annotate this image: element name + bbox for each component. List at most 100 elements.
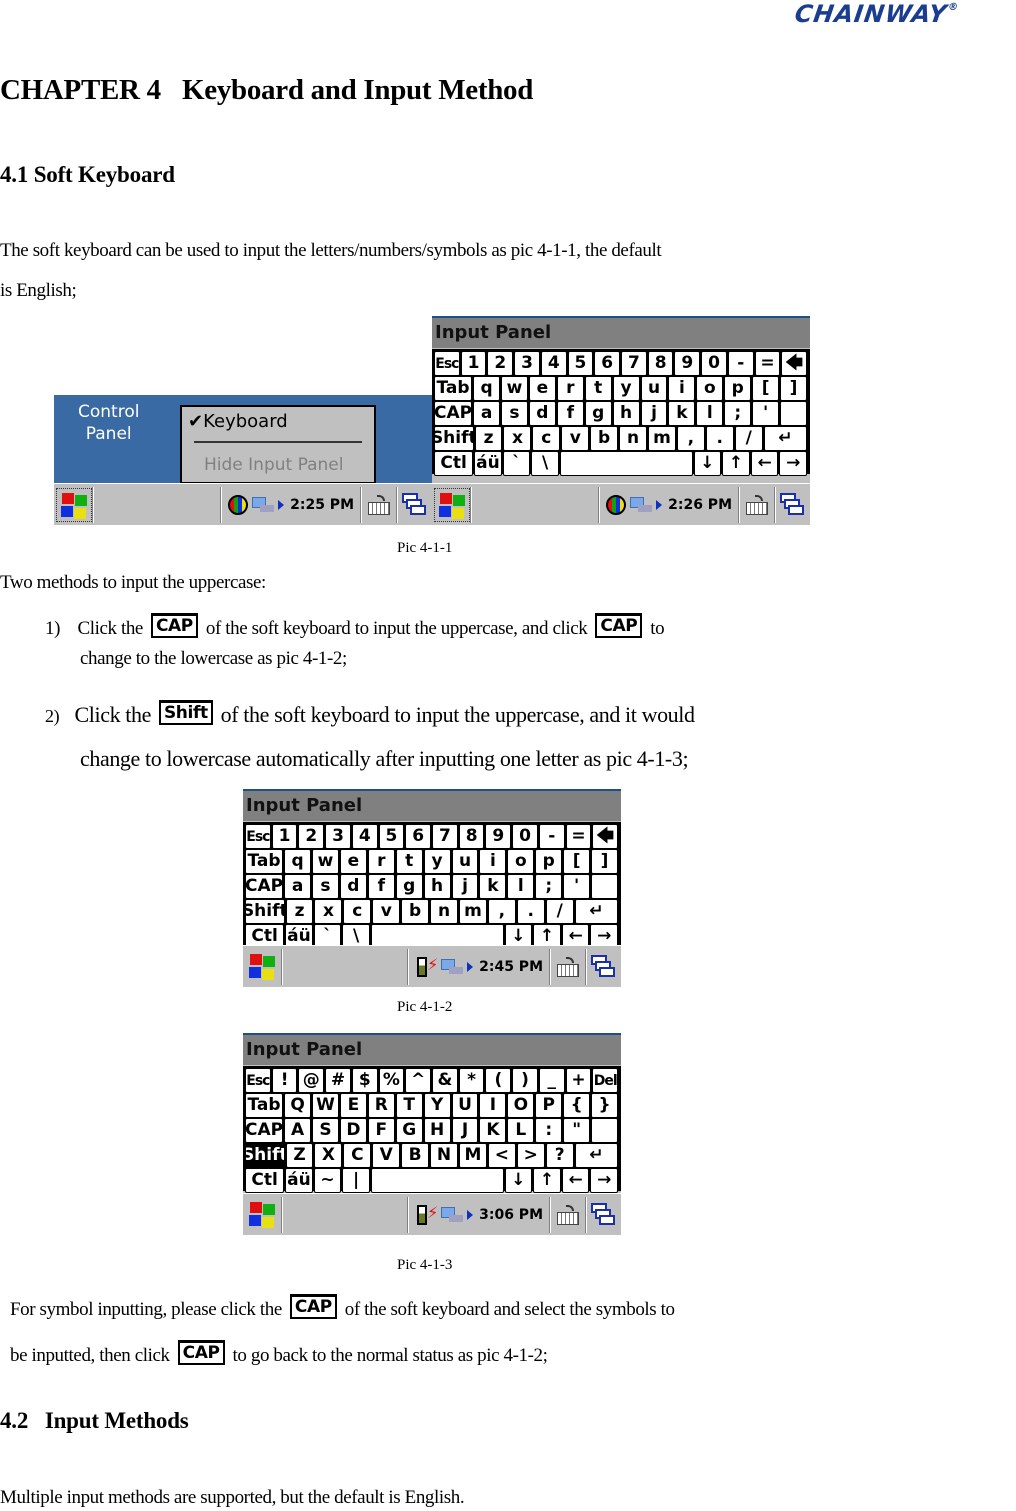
- key-2d[interactable]: -: [538, 824, 565, 849]
- key-blank[interactable]: [780, 401, 807, 426]
- key-z[interactable]: z: [474, 426, 503, 451]
- key-ctl[interactable]: Ctl: [434, 451, 474, 476]
- keyboard-icon[interactable]: [744, 493, 770, 517]
- key-q[interactable]: q: [473, 376, 501, 401]
- key-a[interactable]: A: [284, 1118, 312, 1143]
- key-k[interactable]: k: [479, 874, 507, 899]
- key-22[interactable]: ": [563, 1118, 591, 1143]
- key-3d[interactable]: =: [565, 824, 592, 849]
- key-e1fc[interactable]: áü: [285, 1168, 313, 1193]
- key-3b[interactable]: ;: [535, 874, 563, 899]
- key-r[interactable]: R: [367, 1093, 395, 1118]
- key-t[interactable]: t: [395, 849, 423, 874]
- tray-expand-arrow-icon[interactable]: [278, 499, 285, 510]
- key-cap[interactable]: CAP: [434, 401, 473, 426]
- control-panel-icon-label[interactable]: Control Panel: [78, 401, 139, 445]
- key-tab[interactable]: Tab: [245, 1093, 284, 1118]
- key-24[interactable]: $: [351, 1068, 378, 1093]
- connection-icon[interactable]: [441, 1206, 464, 1223]
- key-21b5[interactable]: ↵: [574, 899, 619, 924]
- key-7d[interactable]: }: [591, 1093, 618, 1118]
- key-21b5[interactable]: ↵: [763, 426, 808, 451]
- key-1[interactable]: 1: [460, 351, 487, 376]
- key-j[interactable]: J: [451, 1118, 479, 1143]
- key-s[interactable]: S: [312, 1118, 339, 1143]
- key-cap[interactable]: CAP: [245, 1118, 284, 1143]
- key-2e[interactable]: .: [705, 426, 734, 451]
- key-8[interactable]: 8: [647, 351, 674, 376]
- key-7[interactable]: 7: [621, 351, 647, 376]
- tray-expand-arrow-icon[interactable]: [656, 499, 663, 510]
- key-q[interactable]: Q: [284, 1093, 312, 1118]
- key-p[interactable]: p: [535, 849, 563, 874]
- connection-icon[interactable]: [252, 496, 275, 513]
- key-2192[interactable]: →: [779, 451, 808, 476]
- key-1[interactable]: 1: [271, 824, 298, 849]
- key-5[interactable]: 5: [567, 351, 594, 376]
- key-27[interactable]: ': [752, 401, 780, 426]
- key-r[interactable]: r: [556, 376, 584, 401]
- key-60[interactable]: `: [502, 451, 531, 476]
- connection-icon[interactable]: [630, 496, 653, 513]
- key-esc[interactable]: Esc: [434, 351, 460, 376]
- key-c[interactable]: C: [343, 1143, 372, 1168]
- key-y[interactable]: y: [423, 849, 451, 874]
- key-i[interactable]: I: [479, 1093, 507, 1118]
- key-f[interactable]: f: [367, 874, 395, 899]
- key-shift[interactable]: Shift: [245, 899, 285, 924]
- key-o[interactable]: O: [507, 1093, 535, 1118]
- key-k[interactable]: K: [479, 1118, 507, 1143]
- start-button[interactable]: [245, 1198, 281, 1232]
- key-40[interactable]: @: [298, 1068, 325, 1093]
- key-29[interactable]: ): [512, 1068, 538, 1093]
- key-del[interactable]: Del: [592, 1068, 619, 1093]
- key-a[interactable]: a: [473, 401, 501, 426]
- key-2d[interactable]: -: [727, 351, 754, 376]
- key-h[interactable]: H: [423, 1118, 451, 1143]
- key-5[interactable]: 5: [378, 824, 405, 849]
- key-g[interactable]: G: [395, 1118, 423, 1143]
- key-2193[interactable]: ↓: [504, 1168, 533, 1193]
- key-blank[interactable]: [591, 1118, 618, 1143]
- key-2c[interactable]: ,: [487, 899, 516, 924]
- key-d83edc44[interactable]: 🡄: [592, 824, 619, 849]
- key-2190[interactable]: ←: [750, 451, 779, 476]
- key-t[interactable]: t: [584, 376, 612, 401]
- key-3[interactable]: 3: [514, 351, 540, 376]
- tray-expand-arrow-icon[interactable]: [467, 961, 474, 972]
- key-3a[interactable]: :: [535, 1118, 563, 1143]
- key-4[interactable]: 4: [540, 351, 567, 376]
- key-7c[interactable]: |: [342, 1168, 370, 1193]
- clock[interactable]: 2:45 PM: [479, 959, 543, 975]
- battery-charging-icon[interactable]: ⚡: [415, 1203, 438, 1227]
- key-3c[interactable]: <: [487, 1143, 516, 1168]
- key-h[interactable]: h: [423, 874, 451, 899]
- key-5b[interactable]: [: [563, 849, 591, 874]
- key-5b[interactable]: [: [752, 376, 780, 401]
- key-2192[interactable]: →: [590, 1168, 619, 1193]
- key-g[interactable]: g: [395, 874, 423, 899]
- key-7[interactable]: 7: [432, 824, 458, 849]
- windows-switcher-icon[interactable]: [591, 1202, 617, 1227]
- key-j[interactable]: j: [640, 401, 668, 426]
- battery-status-icon[interactable]: [228, 494, 249, 515]
- key-ctl[interactable]: Ctl: [245, 1168, 285, 1193]
- key-n[interactable]: n: [619, 426, 647, 451]
- key-z[interactable]: Z: [285, 1143, 314, 1168]
- clock[interactable]: 2:25 PM: [290, 497, 354, 513]
- clock[interactable]: 2:26 PM: [668, 497, 732, 513]
- key-space[interactable]: [370, 1168, 504, 1193]
- key-0[interactable]: 0: [512, 824, 538, 849]
- battery-charging-icon[interactable]: ⚡: [415, 955, 438, 979]
- key-0[interactable]: 0: [701, 351, 727, 376]
- key-u[interactable]: u: [451, 849, 479, 874]
- key-6[interactable]: 6: [405, 824, 432, 849]
- key-p[interactable]: p: [724, 376, 752, 401]
- start-button[interactable]: [56, 487, 92, 522]
- windows-switcher-icon[interactable]: [780, 492, 806, 517]
- key-2[interactable]: 2: [298, 824, 325, 849]
- key-d[interactable]: d: [528, 401, 556, 426]
- windows-switcher-icon[interactable]: [591, 954, 617, 979]
- windows-switcher-icon[interactable]: [402, 492, 428, 517]
- key-25[interactable]: %: [378, 1068, 405, 1093]
